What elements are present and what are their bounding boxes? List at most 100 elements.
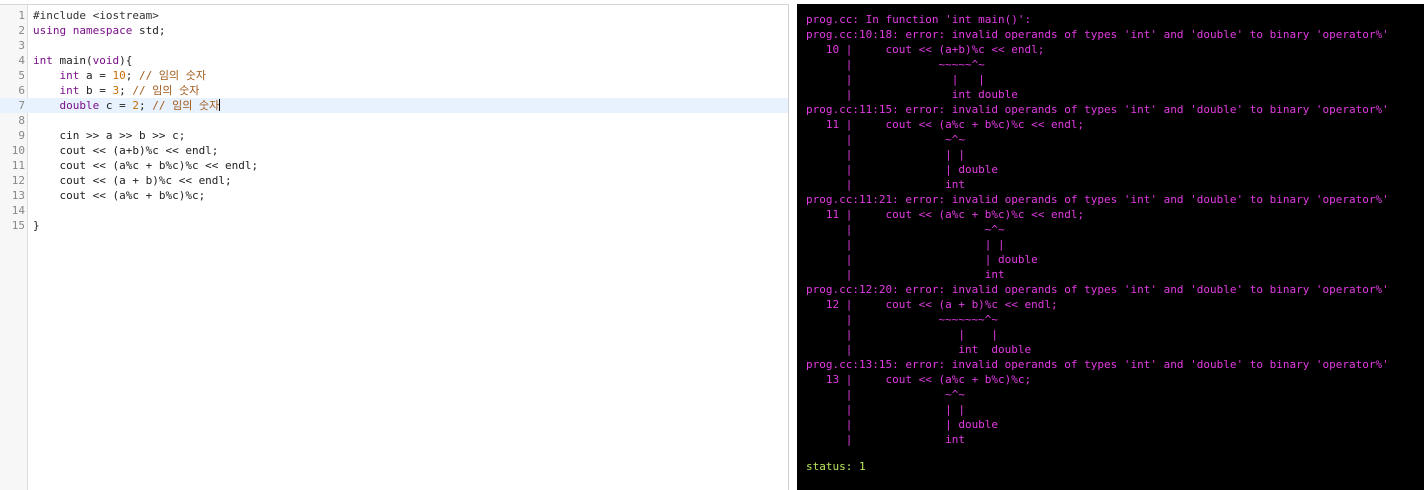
line-number: 4 <box>18 54 25 67</box>
output-line: | | | <box>806 148 965 161</box>
output-line: | ~~~~~~~^~ <box>806 313 999 326</box>
code-token: namespace <box>72 24 139 37</box>
code-line[interactable]: 1 #include <iostream> <box>0 8 788 23</box>
code-token: #include <iostream> <box>33 9 159 22</box>
line-number: 15 <box>11 219 25 232</box>
code-line[interactable]: 5 int a = 10; // 임의 숫자 <box>0 68 788 83</box>
code-line[interactable]: 15} <box>0 218 788 233</box>
code-token: // 임의 숫자 <box>152 99 220 112</box>
code-editor[interactable]: 1 #include <iostream> 2 using namespace std… <box>0 4 789 490</box>
code-text: cout << (a + b)%c << endl; <box>33 173 231 188</box>
code-text: #include <iostream> <box>33 8 159 23</box>
code-line[interactable]: 12 cout << (a + b)%c << endl; <box>0 173 788 188</box>
line-number: 8 <box>18 114 25 127</box>
output-line: | int <box>806 268 1005 281</box>
output-line: | | | <box>806 238 1005 251</box>
output-line: | int <box>806 433 965 446</box>
code-text: cout << (a%c + b%c)%c << endl; <box>33 158 258 173</box>
line-number: 13 <box>11 189 25 202</box>
code-token: ; <box>138 99 153 112</box>
code-token: // 임의 숫자 <box>139 69 206 82</box>
output-line: prog.cc:11:15: error: invalid operands o… <box>806 103 1389 116</box>
line-number: 5 <box>18 69 25 82</box>
code-token: cout << (a%c + b%c)%c << endl; <box>33 159 259 172</box>
output-line: prog.cc:12:20: error: invalid operands o… <box>806 283 1389 296</box>
output-line: | | double <box>806 253 1038 266</box>
code-text: cout << (a%c + b%c)%c; <box>33 188 205 203</box>
code-token: main( <box>59 54 93 67</box>
output-line: | ~^~ <box>806 223 1005 236</box>
output-line: | | | <box>806 403 965 416</box>
code-line[interactable]: 7 double c = 2; // 임의 숫자 <box>0 98 788 113</box>
output-line: 13 | cout << (a%c + b%c)%c; <box>806 373 1032 386</box>
code-text: cout << (a+b)%c << endl; <box>33 143 218 158</box>
output-line: 10 | cout << (a+b)%c << endl; <box>806 43 1045 56</box>
output-line: | int double <box>806 343 1032 356</box>
code-token: } <box>33 219 40 232</box>
code-line[interactable]: 13 cout << (a%c + b%c)%c; <box>0 188 788 203</box>
output-line: | | double <box>806 418 999 431</box>
code-token: double <box>59 99 106 112</box>
code-token: using <box>33 24 73 37</box>
line-number: 1 <box>18 9 25 22</box>
code-token: std; <box>138 24 166 37</box>
code-token: 2 <box>132 99 139 112</box>
text-cursor <box>219 99 221 111</box>
code-line[interactable]: 2 using namespace std; <box>0 23 788 38</box>
code-text: int a = 10; // 임의 숫자 <box>33 68 206 83</box>
output-line: | | | <box>806 73 985 86</box>
code-token: 10 <box>112 69 126 82</box>
code-line[interactable]: 14 <box>0 203 788 218</box>
code-token: cout << (a%c + b%c)%c; <box>33 189 206 202</box>
code-line[interactable]: 9 cin >> a >> b >> c; <box>0 128 788 143</box>
line-number: 11 <box>11 159 25 172</box>
line-number: 14 <box>11 204 25 217</box>
code-lines: 1 #include <iostream> 2 using namespace std… <box>0 8 788 233</box>
line-number: 2 <box>18 24 25 37</box>
code-token: a = <box>86 69 113 82</box>
exit-status: status: 1 <box>806 460 866 473</box>
output-line: | ~^~ <box>806 388 965 401</box>
output-line: 11 | cout << (a%c + b%c)%c << endl; <box>806 118 1085 131</box>
line-number: 12 <box>11 174 25 187</box>
output-line: | int <box>806 178 965 191</box>
code-line[interactable]: 8 <box>0 113 788 128</box>
output-line: prog.cc:11:21: error: invalid operands o… <box>806 193 1389 206</box>
code-text: } <box>33 218 40 233</box>
line-number: 3 <box>18 39 25 52</box>
code-token: // 임의 숫자 <box>132 84 200 97</box>
output-line: | ~~~~~^~ <box>806 58 985 71</box>
code-token: int <box>59 84 86 97</box>
code-text: using namespace std; <box>33 23 165 38</box>
code-token: cin >> a >> b >> c; <box>33 129 186 142</box>
compiler-output: prog.cc: In function 'int main()': prog.c… <box>806 12 1389 447</box>
code-token: c = <box>105 99 133 112</box>
code-text: double c = 2; // 임의 숫자 <box>33 98 221 113</box>
code-token: cout << (a+b)%c << endl; <box>33 144 219 157</box>
code-line[interactable]: 3 <box>0 38 788 53</box>
code-text: int b = 3; // 임의 숫자 <box>33 83 200 98</box>
code-line[interactable]: 6 int b = 3; // 임의 숫자 <box>0 83 788 98</box>
line-number: 7 <box>18 99 25 112</box>
output-line: | ~^~ <box>806 133 965 146</box>
code-token: int <box>33 54 60 67</box>
online-compiler-app: 1 #include <iostream> 2 using namespace std… <box>0 0 1424 490</box>
output-line: 11 | cout << (a%c + b%c)%c << endl; <box>806 208 1085 221</box>
output-line: prog.cc: In function 'int main()': <box>806 13 1032 26</box>
output-line: 12 | cout << (a + b)%c << endl; <box>806 298 1058 311</box>
output-line: | int double <box>806 88 1018 101</box>
code-token: ){ <box>119 54 133 67</box>
output-line: | | double <box>806 163 999 176</box>
line-number: 10 <box>11 144 25 157</box>
code-line[interactable]: 4 int main(void){ <box>0 53 788 68</box>
output-terminal: prog.cc: In function 'int main()': prog.c… <box>797 4 1424 490</box>
code-line[interactable]: 11 cout << (a%c + b%c)%c << endl; <box>0 158 788 173</box>
line-number: 9 <box>18 129 25 142</box>
code-line[interactable]: 10 cout << (a+b)%c << endl; <box>0 143 788 158</box>
code-text: int main(void){ <box>33 53 132 68</box>
output-line: prog.cc:10:18: error: invalid operands o… <box>806 28 1389 41</box>
code-token: void <box>92 54 120 67</box>
